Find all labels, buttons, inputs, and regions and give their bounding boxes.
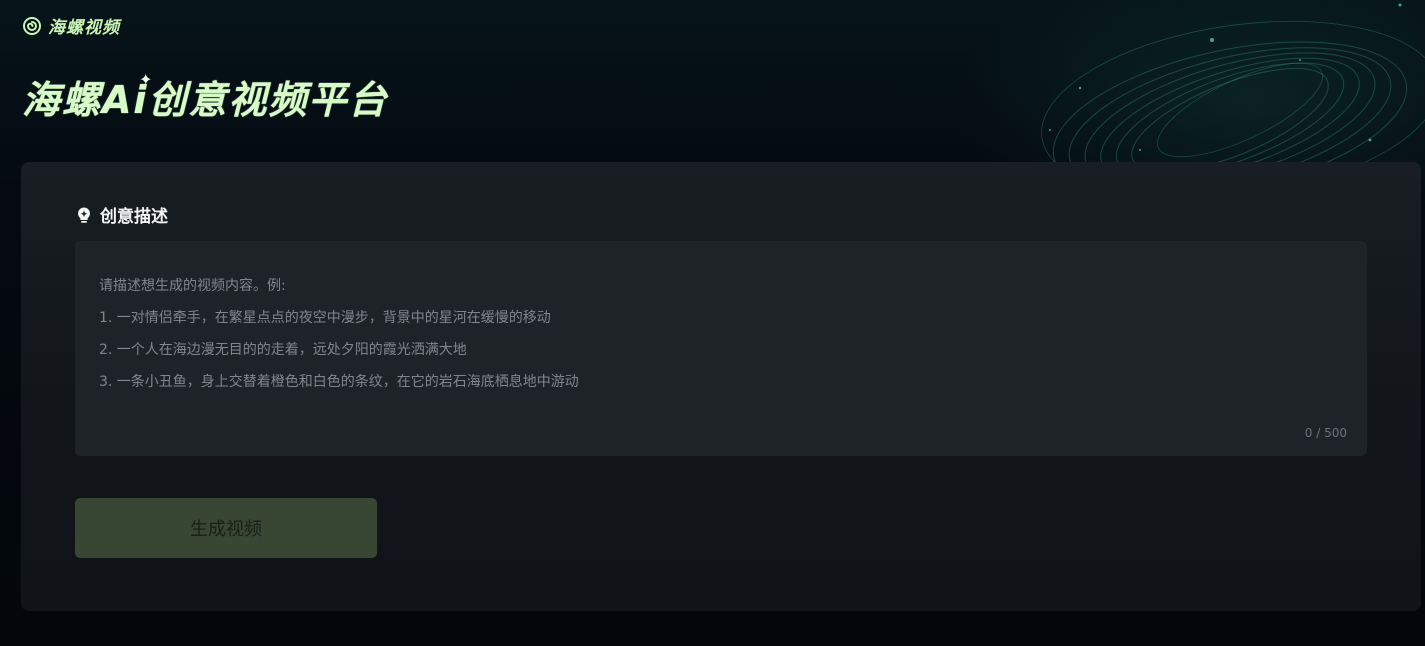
page-title: 海螺Ai创意视频平台 bbox=[22, 78, 389, 122]
creation-card: 创意描述 0 / 500 生成视频 bbox=[21, 162, 1421, 611]
lightbulb-icon bbox=[78, 207, 90, 223]
decorative-swirl-background bbox=[1041, 3, 1425, 170]
generate-video-button[interactable]: 生成视频 bbox=[75, 498, 377, 558]
logo-text: 海螺视频 bbox=[48, 18, 120, 38]
brand-logo[interactable]: 海螺视频 bbox=[22, 13, 120, 38]
char-counter: 0 / 500 bbox=[1304, 426, 1347, 440]
section-header: 创意描述 bbox=[75, 202, 168, 227]
sparkle-icon: ✦ bbox=[139, 70, 153, 89]
page: 海螺视频 海螺Ai创意视频平台 ✦ 创意描述 0 / 500 生成视频 bbox=[0, 0, 1425, 646]
section-title: 创意描述 bbox=[100, 207, 168, 227]
snail-shell-icon bbox=[23, 16, 41, 35]
description-field: 0 / 500 bbox=[75, 241, 1367, 456]
description-textarea[interactable] bbox=[75, 241, 1367, 456]
